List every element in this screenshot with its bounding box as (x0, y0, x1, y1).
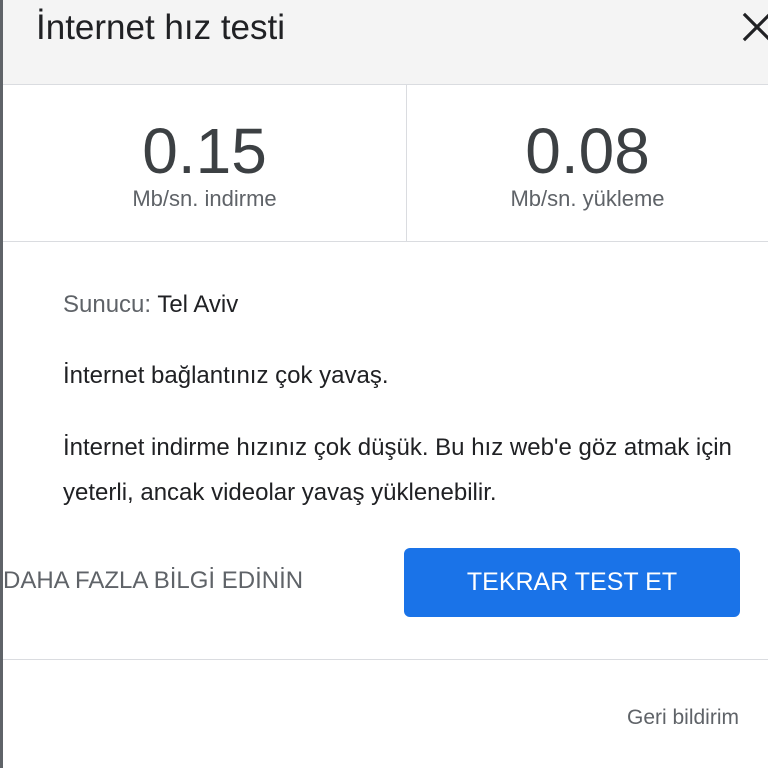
connection-detail-message: İnternet indirme hızınız çok düşük. Bu h… (63, 434, 732, 506)
download-speed-label: Mb/sn. indirme (132, 186, 277, 211)
server-label: Sunucu: (63, 291, 152, 318)
server-value: Tel Aviv (157, 291, 239, 318)
footer-divider (3, 659, 768, 660)
connection-status-message: İnternet bağlantınız çok yavaş. (63, 362, 389, 389)
close-icon (742, 12, 768, 42)
upload-speed-value: 0.08 (525, 115, 650, 187)
download-metric: 0.15 Mb/sn. indirme (3, 85, 407, 241)
feedback-link[interactable]: Geri bildirim (627, 703, 739, 733)
speed-metrics: 0.15 Mb/sn. indirme 0.08 Mb/sn. yükleme (3, 85, 768, 242)
download-speed-value: 0.15 (142, 115, 267, 187)
retest-button[interactable]: TEKRAR TEST ET (404, 548, 740, 617)
more-info-link[interactable]: DAHA FAZLA BİLGİ EDİNİN (3, 563, 303, 599)
dialog-header: İnternet hız testi (3, 0, 768, 85)
server-info: Sunucu: Tel Aviv (63, 288, 753, 322)
upload-metric: 0.08 Mb/sn. yükleme (407, 85, 768, 241)
dialog-title: İnternet hız testi (36, 8, 286, 47)
upload-speed-label: Mb/sn. yükleme (510, 186, 665, 211)
close-button[interactable] (737, 6, 768, 42)
